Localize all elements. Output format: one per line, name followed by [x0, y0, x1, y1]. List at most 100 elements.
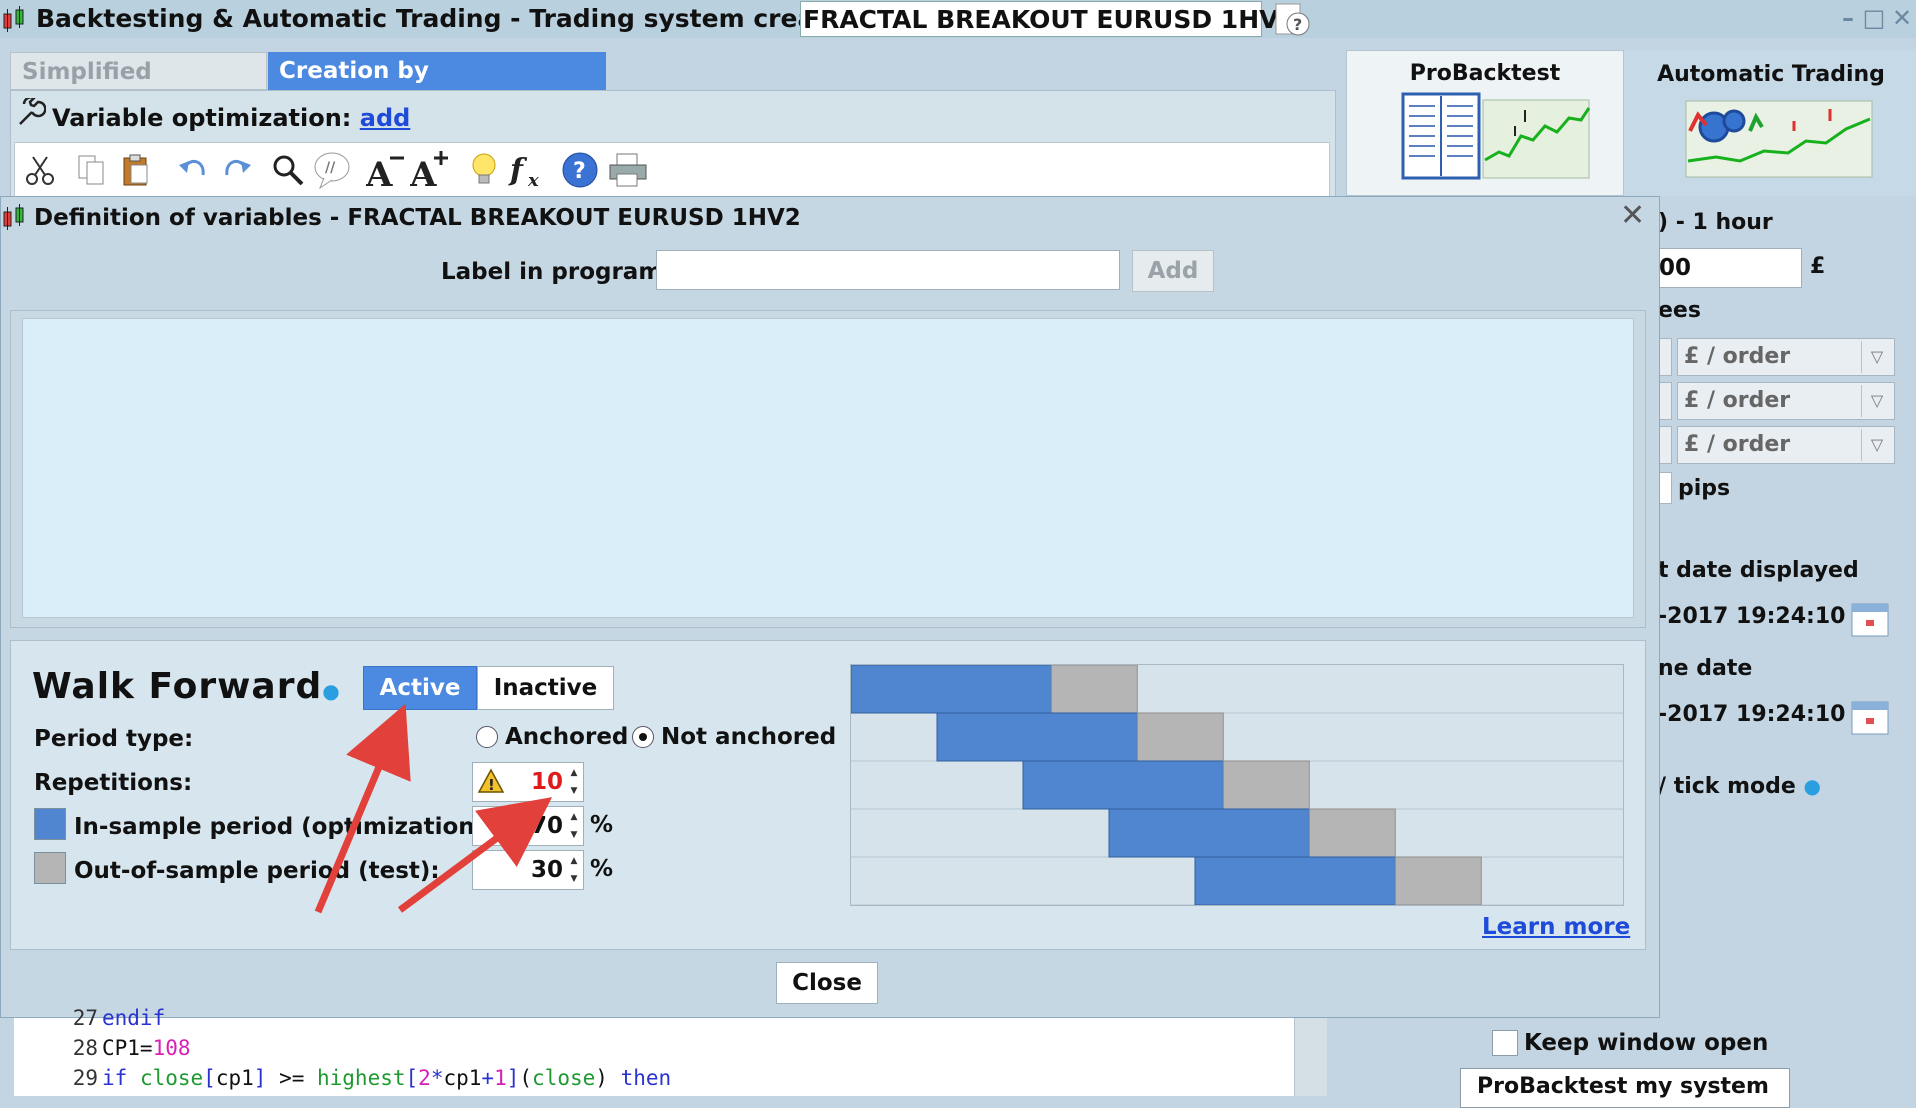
walk-forward-diagram: [850, 664, 1624, 906]
out-sample-bar: [1222, 760, 1310, 810]
font-smaller-icon[interactable]: A: [365, 149, 407, 191]
walk-forward-title: Walk Forward●: [32, 666, 341, 707]
paste-icon[interactable]: [115, 149, 157, 191]
in-sample-stepper[interactable]: 70 ▲ ▼: [472, 806, 584, 846]
out-sample-bar: [1308, 808, 1396, 858]
code-line[interactable]: 27 endif: [14, 1006, 166, 1036]
tick-mode-label: / tick mode ●: [1658, 774, 1821, 799]
code-line[interactable]: 29 if close[cp1] >= highest[2*cp1+1](clos…: [14, 1066, 671, 1096]
chevron-down-icon: ▽: [1861, 341, 1892, 373]
variables-list[interactable]: [22, 318, 1634, 618]
redo-icon[interactable]: [215, 149, 257, 191]
help-icon[interactable]: ?: [559, 149, 601, 191]
fee-field-2[interactable]: [1658, 382, 1672, 420]
warning-icon: !: [477, 767, 505, 807]
percent-label: %: [590, 856, 614, 882]
scissors-icon[interactable]: [19, 149, 61, 191]
repetitions-label: Repetitions:: [34, 770, 193, 796]
add-variable-link[interactable]: add: [360, 104, 411, 132]
editor-toolbar: // A A fx ?: [14, 142, 1330, 198]
doc-help-icon[interactable]: ?: [1272, 2, 1312, 38]
add-button[interactable]: Add: [1132, 250, 1214, 292]
stepper-up-icon[interactable]: ▲: [567, 809, 581, 825]
learn-more-link[interactable]: Learn more: [1482, 914, 1630, 940]
stepper-down-icon[interactable]: ▼: [567, 871, 581, 887]
svg-text:f: f: [508, 153, 528, 188]
walk-forward-inactive-toggle[interactable]: Inactive: [477, 666, 614, 710]
order-unit-select-1[interactable]: £ / order ▽: [1677, 338, 1895, 376]
tab-automatic-trading[interactable]: Automatic Trading: [1626, 50, 1916, 196]
fee-field-1[interactable]: [1658, 338, 1672, 376]
probacktest-tab-label: ProBacktest: [1409, 61, 1561, 86]
code-scrollbar[interactable]: [1294, 1018, 1327, 1096]
line-number: 27: [72, 1006, 98, 1030]
start-date-value[interactable]: -2017 19:24:10: [1658, 604, 1845, 629]
stepper-up-icon[interactable]: ▲: [567, 853, 581, 869]
minimize-button[interactable]: –: [1834, 4, 1862, 32]
info-bubble-icon[interactable]: ●: [322, 679, 340, 703]
font-larger-icon[interactable]: A: [409, 149, 451, 191]
stepper-down-icon[interactable]: ▼: [567, 827, 581, 843]
start-date-label: t date displayed: [1658, 558, 1859, 583]
end-date-value[interactable]: -2017 19:24:10: [1658, 702, 1845, 727]
tick-mode-text: / tick mode: [1658, 774, 1796, 799]
fee-field-3[interactable]: [1658, 426, 1672, 464]
keep-window-open-label: Keep window open: [1524, 1030, 1769, 1056]
svg-text:x: x: [527, 170, 539, 190]
keep-window-open-checkbox[interactable]: [1492, 1030, 1518, 1056]
window-title: Backtesting & Automatic Trading - Tradin…: [36, 4, 889, 33]
svg-text:?: ?: [573, 159, 586, 184]
search-icon[interactable]: [267, 149, 309, 191]
repetitions-stepper[interactable]: ! 10 ▲ ▼: [472, 762, 584, 802]
comment-icon[interactable]: //: [311, 149, 353, 191]
period-type-label: Period type:: [34, 726, 194, 752]
fees-label: ees: [1658, 298, 1701, 323]
in-sample-bar: [850, 664, 1052, 714]
label-in-program-input[interactable]: [656, 250, 1120, 290]
stepper-down-icon[interactable]: ▼: [567, 783, 581, 799]
maximize-button[interactable]: □: [1860, 4, 1888, 32]
not-anchored-radio[interactable]: [632, 726, 654, 748]
close-window-button[interactable]: ✕: [1888, 4, 1916, 32]
function-icon[interactable]: fx: [507, 149, 549, 191]
wrench-icon: [14, 96, 47, 130]
walk-forward-title-text: Walk Forward: [32, 666, 323, 707]
capital-field[interactable]: 00: [1658, 248, 1802, 288]
bulb-icon[interactable]: [463, 149, 505, 191]
probacktest-my-system-button[interactable]: ProBacktest my system: [1460, 1068, 1790, 1108]
anchored-radio[interactable]: [476, 726, 498, 748]
anchored-label: Anchored: [505, 724, 629, 750]
out-sample-bar: [1394, 856, 1482, 906]
calendar-icon[interactable]: [1850, 598, 1890, 638]
out-sample-stepper[interactable]: 30 ▲ ▼: [472, 850, 584, 890]
out-sample-label: Out-of-sample period (test):: [74, 858, 440, 884]
info-bubble-icon[interactable]: ●: [1803, 774, 1820, 798]
spread-stepper[interactable]: [1658, 472, 1672, 504]
stepper-up-icon[interactable]: ▲: [567, 765, 581, 781]
close-button[interactable]: Close: [776, 962, 878, 1004]
undo-icon[interactable]: [173, 149, 215, 191]
order-unit-select-2[interactable]: £ / order ▽: [1677, 382, 1895, 420]
code-line[interactable]: 28 CP1=108: [14, 1036, 191, 1066]
order-unit-select-3[interactable]: £ / order ▽: [1677, 426, 1895, 464]
walk-forward-schematic: [850, 664, 1623, 906]
order-unit-value: £ / order: [1684, 344, 1791, 369]
calendar-icon[interactable]: [1850, 696, 1890, 736]
system-name-field[interactable]: FRACTAL BREAKOUT EURUSD 1HV2: [800, 1, 1296, 37]
copy-icon[interactable]: [71, 149, 113, 191]
variable-optimization-label: Variable optimization:: [52, 104, 352, 132]
tab-probacktest[interactable]: ProBacktest: [1346, 50, 1624, 196]
close-icon[interactable]: ✕: [1620, 198, 1645, 233]
automatic-trading-tab-label: Automatic Trading: [1657, 62, 1885, 87]
chevron-down-icon: ▽: [1861, 429, 1892, 461]
walk-forward-active-toggle[interactable]: Active: [363, 666, 477, 710]
in-sample-value: 70: [530, 813, 563, 839]
out-sample-bar: [1136, 712, 1224, 762]
order-unit-value: £ / order: [1684, 388, 1791, 413]
tab-creation-by-programming[interactable]: Creation by programming: [268, 52, 606, 122]
variable-optimization: Variable optimization: add: [52, 104, 410, 132]
code-editor[interactable]: 27 endif 28 CP1=108 29 if close[cp1] >= highe…: [14, 1006, 1294, 1096]
tab-simplified-creation[interactable]: Simplified creation: [10, 52, 267, 123]
print-icon[interactable]: [607, 149, 649, 191]
end-date-label: ne date: [1658, 656, 1753, 681]
